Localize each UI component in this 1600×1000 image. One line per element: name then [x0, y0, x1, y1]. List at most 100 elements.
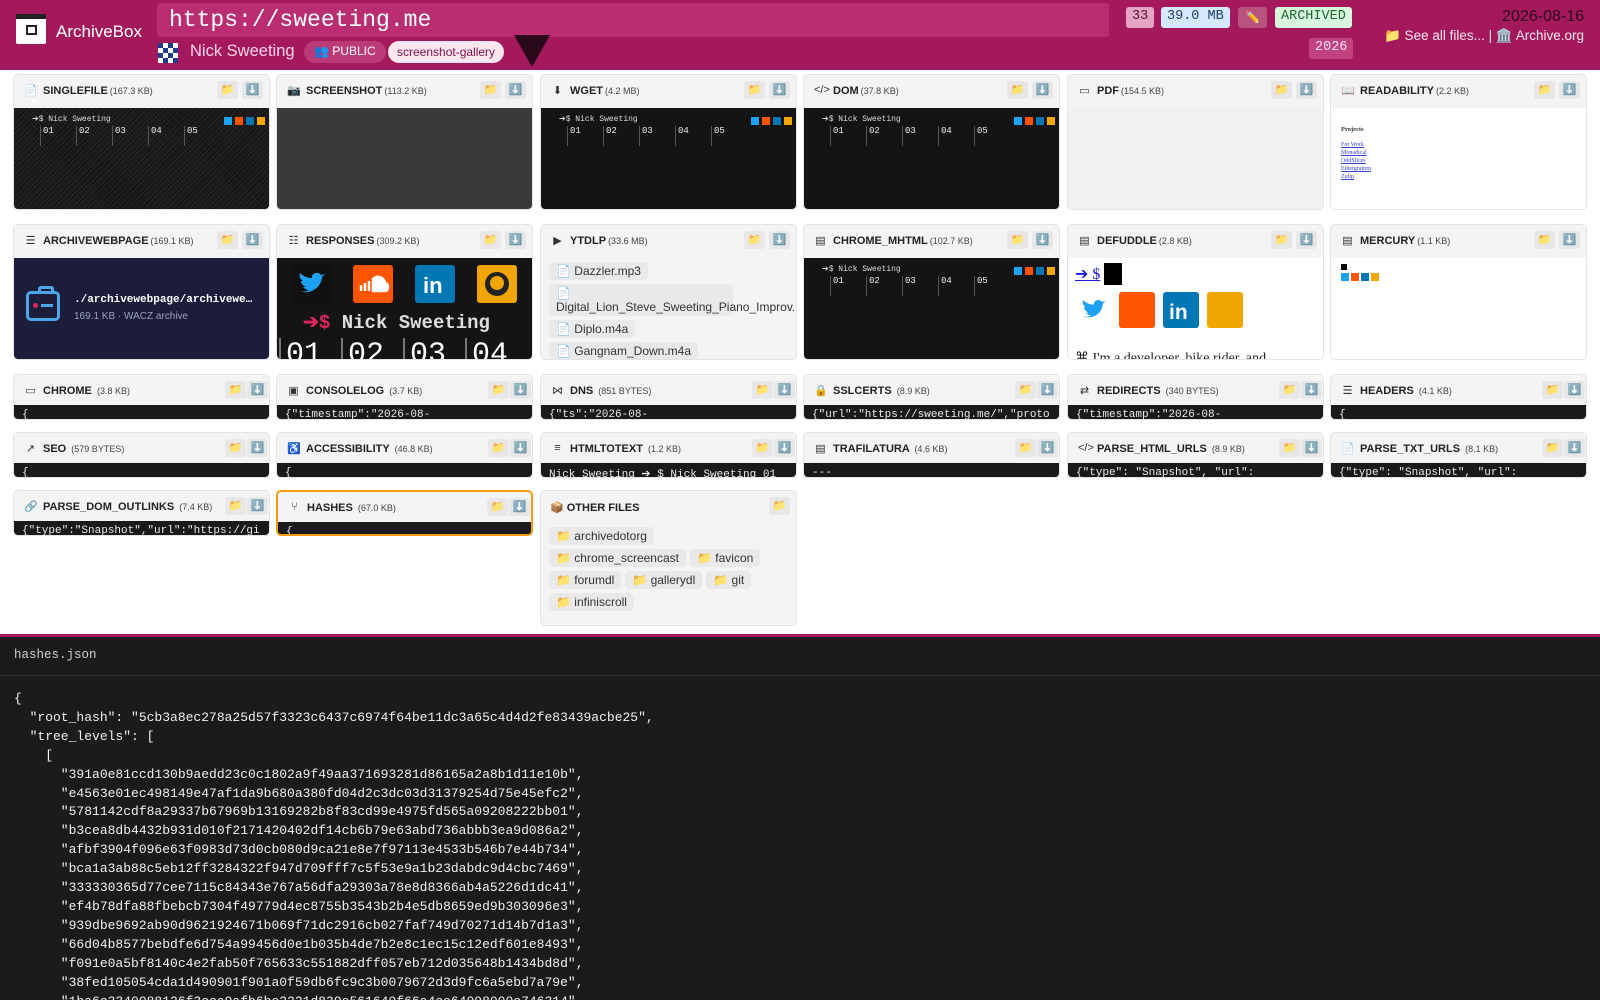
- open-folder-button[interactable]: 📁: [744, 231, 765, 249]
- folder-chip[interactable]: 📁 gallerydl: [625, 571, 703, 589]
- download-button[interactable]: ⬇️: [510, 381, 531, 399]
- file-chip[interactable]: 📄 Diplo.m4a: [549, 320, 636, 338]
- open-folder-button[interactable]: 📁: [1015, 381, 1036, 399]
- card-consolelog[interactable]: ▣ CONSOLELOG (3.7 KB) 📁 ⬇️ {"timestamp":…: [276, 374, 533, 420]
- open-folder-button[interactable]: 📁: [487, 498, 508, 516]
- open-folder-button[interactable]: 📁: [480, 81, 501, 99]
- open-folder-button[interactable]: 📁: [1542, 381, 1563, 399]
- card-parse-txt-urls[interactable]: 📄 PARSE_TXT_URLS (8.1 KB) 📁 ⬇️ {"type": …: [1330, 432, 1587, 478]
- download-button[interactable]: ⬇️: [1296, 231, 1317, 249]
- folder-chip[interactable]: 📁 forumdl: [549, 571, 622, 589]
- pdf-preview[interactable]: [1068, 108, 1323, 209]
- download-button[interactable]: ⬇️: [1564, 381, 1585, 399]
- open-folder-button[interactable]: 📁: [752, 381, 773, 399]
- responses-preview[interactable]: in ➔$ Nick Sweeting 01 02 03 04: [277, 258, 532, 359]
- edit-button[interactable]: ✏️: [1238, 7, 1267, 28]
- card-parse-html-urls[interactable]: </> PARSE_HTML_URLS (8.9 KB) 📁 ⬇️ {"type…: [1067, 432, 1324, 478]
- mercury-preview[interactable]: [1331, 258, 1586, 359]
- screenshot-preview[interactable]: [277, 108, 532, 209]
- consolelog-preview[interactable]: {"timestamp":"2026-08-: [277, 405, 532, 419]
- parse-html-urls-preview[interactable]: {"type": "Snapshot", "url":: [1068, 463, 1323, 477]
- seo-preview[interactable]: {: [14, 463, 269, 477]
- card-seo[interactable]: ↗ SEO (579 BYTES) 📁 ⬇️ {: [13, 432, 270, 478]
- card-defuddle[interactable]: ▤ DEFUDDLE (2.8 KB) 📁 ⬇️ ➔ $ in ⌘ I'm a d…: [1067, 224, 1324, 360]
- card-accessibility[interactable]: ♿ ACCESSIBILITY (46.8 KB) 📁 ⬇️ {: [276, 432, 533, 478]
- download-button[interactable]: ⬇️: [769, 231, 790, 249]
- download-button[interactable]: ⬇️: [1037, 439, 1058, 457]
- defuddle-preview[interactable]: ➔ $ in ⌘ I'm a developer, bike rider, an…: [1068, 258, 1323, 359]
- card-headers[interactable]: ☰ HEADERS (4.1 KB) 📁 ⬇️ {: [1330, 374, 1587, 420]
- file-viewer-panel[interactable]: hashes.json { "root_hash": "5cb3a8ec278a…: [0, 634, 1600, 1000]
- open-folder-button[interactable]: 📁: [1271, 231, 1292, 249]
- open-folder-button[interactable]: 📁: [225, 381, 246, 399]
- open-folder-button[interactable]: 📁: [752, 439, 773, 457]
- download-button[interactable]: ⬇️: [1032, 81, 1053, 99]
- tag-badge[interactable]: screenshot-gallery: [388, 41, 505, 63]
- archivebox-logo-icon[interactable]: [16, 14, 46, 44]
- parse-dom-outlinks-preview[interactable]: {"type":"Snapshot","url":"https://gi: [14, 521, 269, 535]
- open-folder-button[interactable]: 📁: [1015, 439, 1036, 457]
- open-folder-button[interactable]: 📁: [1279, 381, 1300, 399]
- readability-preview[interactable]: Projects For Work Monadical OddSlices Et…: [1331, 108, 1586, 209]
- download-button[interactable]: ⬇️: [1037, 381, 1058, 399]
- open-folder-button[interactable]: 📁: [217, 81, 238, 99]
- wget-preview[interactable]: ➔$ Nick Sweeting 01 02 03 04 05: [541, 108, 796, 209]
- parse-txt-urls-preview[interactable]: {"type": "Snapshot", "url":: [1331, 463, 1586, 477]
- card-ytdlp[interactable]: ▶ YTDLP (33.6 MB) 📁 ⬇️ 📄 Dazzler.mp3 📄 Di…: [540, 224, 797, 360]
- sslcerts-preview[interactable]: {"url":"https://sweeting.me/","proto: [804, 405, 1059, 419]
- open-folder-button[interactable]: 📁: [1271, 81, 1292, 99]
- download-button[interactable]: ⬇️: [509, 498, 530, 516]
- card-screenshot[interactable]: 📷 SCREENSHOT (113.2 KB) 📁 ⬇️: [276, 74, 533, 210]
- open-folder-button[interactable]: 📁: [225, 497, 246, 515]
- file-chip[interactable]: 📄 Gangnam_Down.m4a: [549, 342, 699, 359]
- card-htmltotext[interactable]: ≡ HTMLTOTEXT (1.2 KB) 📁 ⬇️ Nick Sweeting…: [540, 432, 797, 478]
- card-sslcerts[interactable]: 🔒 SSLCERTS (8.9 KB) 📁 ⬇️ {"url":"https:/…: [803, 374, 1060, 420]
- card-readability[interactable]: 📖 READABILITY (2.2 KB) 📁 ⬇️ Projects For …: [1330, 74, 1587, 210]
- htmltotext-preview[interactable]: Nick Sweeting ➔ $ Nick Sweeting 01: [541, 463, 796, 477]
- card-chrome[interactable]: ▭ CHROME (3.8 KB) 📁 ⬇️ {: [13, 374, 270, 420]
- open-folder-button[interactable]: 📁: [744, 81, 765, 99]
- open-folder-button[interactable]: 📁: [217, 231, 238, 249]
- open-folder-button[interactable]: 📁: [488, 381, 509, 399]
- archivewebpage-preview[interactable]: ./archivewebpage/archivewe… 169.1 KB · W…: [14, 258, 269, 359]
- open-folder-button[interactable]: 📁: [1534, 231, 1555, 249]
- download-button[interactable]: ⬇️: [510, 439, 531, 457]
- card-responses[interactable]: ☷ RESPONSES (309.2 KB) 📁 ⬇️ in ➔$ Nick Sw…: [276, 224, 533, 360]
- dns-preview[interactable]: {"ts":"2026-08-: [541, 405, 796, 419]
- card-parse-dom-outlinks[interactable]: 🔗 PARSE_DOM_OUTLINKS (7.4 KB) 📁 ⬇️ {"typ…: [13, 490, 270, 536]
- download-button[interactable]: ⬇️: [774, 381, 795, 399]
- open-folder-button[interactable]: 📁: [1534, 81, 1555, 99]
- card-redirects[interactable]: ⇄ REDIRECTS (340 BYTES) 📁 ⬇️ {"timestamp…: [1067, 374, 1324, 420]
- download-button[interactable]: ⬇️: [1559, 81, 1580, 99]
- archive-org-link[interactable]: 🏛️ Archive.org: [1496, 28, 1584, 43]
- download-button[interactable]: ⬇️: [242, 231, 263, 249]
- headers-preview[interactable]: {: [1331, 405, 1586, 419]
- app-name[interactable]: ArchiveBox: [56, 22, 142, 42]
- visibility-badge[interactable]: 👥 PUBLIC: [304, 41, 386, 63]
- open-folder-button[interactable]: 📁: [488, 439, 509, 457]
- redirects-preview[interactable]: {"timestamp":"2026-08-: [1068, 405, 1323, 419]
- download-button[interactable]: ⬇️: [242, 81, 263, 99]
- download-button[interactable]: ⬇️: [505, 81, 526, 99]
- card-singlefile[interactable]: 📄 SINGLEFILE (167.3 KB) 📁 ⬇️ ➔$ Nick Swee…: [13, 74, 270, 210]
- download-button[interactable]: ⬇️: [1296, 81, 1317, 99]
- open-folder-button[interactable]: 📁: [1279, 439, 1300, 457]
- download-button[interactable]: ⬇️: [247, 497, 268, 515]
- download-button[interactable]: ⬇️: [1301, 439, 1322, 457]
- viewer-code[interactable]: { "root_hash": "5cb3a8ec278a25d57f3323c6…: [14, 690, 654, 1000]
- see-all-files-link[interactable]: 📁 See all files...: [1384, 28, 1485, 43]
- open-folder-button[interactable]: 📁: [225, 439, 246, 457]
- folder-chip[interactable]: 📁 chrome_screencast: [549, 549, 686, 567]
- card-other-files[interactable]: 📦 OTHER FILES 📁 📁 archivedotorg 📁 chrome…: [540, 490, 797, 626]
- folder-chip[interactable]: 📁 git: [706, 571, 752, 589]
- open-folder-button[interactable]: 📁: [1007, 81, 1028, 99]
- folder-chip[interactable]: 📁 infiniscroll: [549, 593, 634, 611]
- file-chip[interactable]: 📄 Digital_Lion_Steve_Sweeting_Piano_Impr…: [549, 284, 796, 316]
- card-archivewebpage[interactable]: ☰ ARCHIVEWEBPAGE (169.1 KB) 📁 ⬇️ ./archiv…: [13, 224, 270, 360]
- folder-chip[interactable]: 📁 archivedotorg: [549, 527, 654, 545]
- download-button[interactable]: ⬇️: [774, 439, 795, 457]
- card-pdf[interactable]: ▭ PDF (154.5 KB) 📁 ⬇️: [1067, 74, 1324, 210]
- open-folder-button[interactable]: 📁: [480, 231, 501, 249]
- trafilatura-preview[interactable]: ---: [804, 463, 1059, 477]
- file-chip[interactable]: 📄 Dazzler.mp3: [549, 262, 648, 280]
